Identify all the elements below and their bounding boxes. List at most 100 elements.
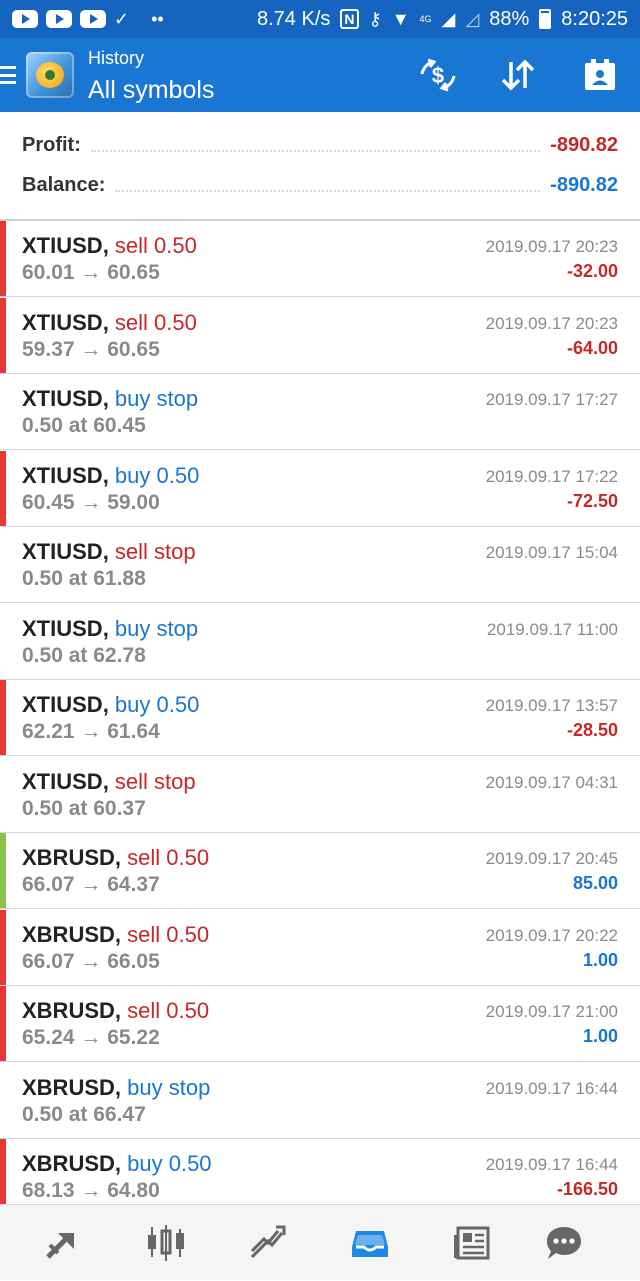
result-indicator-bar xyxy=(0,910,6,985)
result-indicator-bar xyxy=(0,451,6,526)
trade-time: 2019.09.17 15:04 xyxy=(485,543,618,562)
trade-title: XBRUSD, buy 0.50 xyxy=(22,1151,212,1177)
separator: , xyxy=(114,1151,128,1176)
trade-row[interactable]: XBRUSD, sell 0.50 66.07 → 64.37 2019.09.17… xyxy=(0,833,640,909)
trade-prices: 68.13 → 64.80 xyxy=(22,1179,160,1202)
nfc-icon: N xyxy=(340,9,359,29)
separator: , xyxy=(102,386,115,411)
notification-icons: ✓ •• xyxy=(12,9,164,30)
svg-text:$: $ xyxy=(432,63,444,88)
trade-profit: 85.00 xyxy=(572,873,618,893)
trade-symbol: XBRUSD xyxy=(22,1075,115,1100)
trade-prices: 65.24 → 65.22 xyxy=(22,1026,160,1049)
trade-row[interactable]: XBRUSD, buy stop 0.50 at 66.47 2019.09.17 … xyxy=(0,1063,640,1139)
trade-row[interactable]: XTIUSD, sell stop 0.50 at 61.88 2019.09.17… xyxy=(0,527,640,603)
trade-action: sell stop xyxy=(114,769,196,794)
trade-row[interactable]: XTIUSD, buy 0.50 62.21 → 61.64 2019.09.17 … xyxy=(0,680,640,756)
trade-symbol: XBRUSD xyxy=(22,845,115,870)
trade-row[interactable]: XTIUSD, buy stop 0.50 at 60.45 2019.09.17 … xyxy=(0,374,640,450)
trade-profit: -72.50 xyxy=(566,491,618,511)
dotted-leader xyxy=(90,138,541,152)
balance-value: -890.82 xyxy=(550,173,618,196)
trade-time: 2019.09.17 17:27 xyxy=(485,390,618,409)
battery-icon xyxy=(539,9,552,29)
history-icon[interactable] xyxy=(330,1205,410,1281)
trade-action: sell 0.50 xyxy=(127,998,210,1023)
menu-icon[interactable] xyxy=(0,66,16,84)
trade-profit: -64.00 xyxy=(566,338,618,358)
trade-symbol: XBRUSD xyxy=(22,1151,115,1176)
trade-symbol: XTIUSD xyxy=(22,310,103,335)
news-icon[interactable] xyxy=(432,1205,512,1281)
symbol-filter[interactable]: All symbols xyxy=(88,76,214,105)
network-speed: 8.74 K/s xyxy=(257,7,331,30)
trade-action: sell 0.50 xyxy=(127,922,210,947)
dotted-leader xyxy=(115,178,541,192)
calendar-icon[interactable] xyxy=(570,38,630,112)
status-bar: ✓ •• 8.74 K/s N ⚷ ▼ 4G ◢ ◿ 88% 8:20:25 xyxy=(0,0,640,38)
trade-row[interactable]: XTIUSD, sell 0.50 59.37 → 60.65 2019.09.17… xyxy=(0,298,640,374)
trade-title: XTIUSD, buy stop xyxy=(22,386,198,412)
profit-label: Profit: xyxy=(22,133,81,156)
clock: 8:20:25 xyxy=(561,7,628,30)
vpn-key-icon: ⚷ xyxy=(368,8,382,29)
trade-title: XBRUSD, sell 0.50 xyxy=(22,998,209,1024)
trade-action: sell 0.50 xyxy=(127,845,210,870)
trade-symbol: XTIUSD xyxy=(22,692,103,717)
sort-icon[interactable] xyxy=(488,38,548,112)
app-bar: History All symbols $ xyxy=(0,38,640,112)
trade-time: 2019.09.17 11:00 xyxy=(486,620,618,639)
trade-prices: 60.45 → 59.00 xyxy=(22,491,160,514)
separator: , xyxy=(114,922,128,947)
separator: , xyxy=(102,539,115,564)
trade-symbol: XBRUSD xyxy=(22,922,115,947)
trade-time: 2019.09.17 21:00 xyxy=(485,1002,618,1021)
trade-symbol: XTIUSD xyxy=(22,386,103,411)
trade-title: XTIUSD, buy 0.50 xyxy=(22,692,199,718)
signal-label: 4G xyxy=(419,14,432,24)
trade-action: sell stop xyxy=(114,539,196,564)
trade-title: XBRUSD, sell 0.50 xyxy=(22,845,209,871)
trade-time: 2019.09.17 13:57 xyxy=(485,696,618,715)
trade-row[interactable]: XBRUSD, sell 0.50 65.24 → 65.22 2019.09.17… xyxy=(0,986,640,1062)
result-indicator-bar xyxy=(0,298,6,373)
profit-value: -890.82 xyxy=(550,133,618,156)
trade-row[interactable]: XTIUSD, sell 0.50 60.01 → 60.65 2019.09.17… xyxy=(0,221,640,297)
chat-icon[interactable] xyxy=(524,1205,604,1281)
trade-time: 2019.09.17 20:23 xyxy=(485,237,618,256)
trade-row[interactable]: XTIUSD, buy 0.50 60.45 → 59.00 2019.09.17 … xyxy=(0,451,640,527)
separator: , xyxy=(102,310,115,335)
trade-title: XTIUSD, sell 0.50 xyxy=(22,310,197,336)
trade-icon[interactable] xyxy=(228,1205,308,1281)
trade-row[interactable]: XBRUSD, sell 0.50 66.07 → 66.05 2019.09.17… xyxy=(0,910,640,986)
trade-symbol: XTIUSD xyxy=(22,616,103,641)
chart-icon[interactable] xyxy=(126,1205,206,1281)
trade-action: sell 0.50 xyxy=(114,233,197,258)
trade-title: XTIUSD, sell stop xyxy=(22,769,196,795)
trade-action: buy stop xyxy=(114,616,199,641)
trade-row[interactable]: XTIUSD, sell stop 0.50 at 60.37 2019.09.17… xyxy=(0,757,640,833)
trade-prices: 60.01 → 60.65 xyxy=(22,261,160,284)
balance-row: Balance: -890.82 xyxy=(22,170,618,200)
trade-symbol: XTIUSD xyxy=(22,539,103,564)
trade-time: 2019.09.17 20:22 xyxy=(485,926,618,945)
trade-time: 2019.09.17 20:45 xyxy=(485,849,618,868)
trade-time: 2019.09.17 16:44 xyxy=(485,1079,618,1098)
trade-prices: 66.07 → 64.37 xyxy=(22,873,160,896)
trade-time: 2019.09.17 17:22 xyxy=(485,467,618,486)
quotes-icon[interactable] xyxy=(24,1205,104,1281)
trade-time: 2019.09.17 04:31 xyxy=(485,773,618,792)
result-indicator-bar xyxy=(0,680,6,755)
trade-row[interactable]: XTIUSD, buy stop 0.50 at 62.78 2019.09.17 … xyxy=(0,604,640,680)
trade-title: XTIUSD, sell 0.50 xyxy=(22,233,197,259)
youtube-notification-icon xyxy=(46,10,72,28)
trade-prices: 0.50 at 60.37 xyxy=(22,797,146,820)
trade-title: XTIUSD, sell stop xyxy=(22,539,196,565)
app-logo[interactable] xyxy=(26,52,74,98)
trade-prices: 59.37 → 60.65 xyxy=(22,338,160,361)
trade-profit: -28.50 xyxy=(566,720,618,740)
currency-exchange-icon[interactable]: $ xyxy=(408,38,468,112)
trade-symbol: XTIUSD xyxy=(22,463,103,488)
trade-title: XBRUSD, sell 0.50 xyxy=(22,922,209,948)
balance-label: Balance: xyxy=(22,173,106,196)
